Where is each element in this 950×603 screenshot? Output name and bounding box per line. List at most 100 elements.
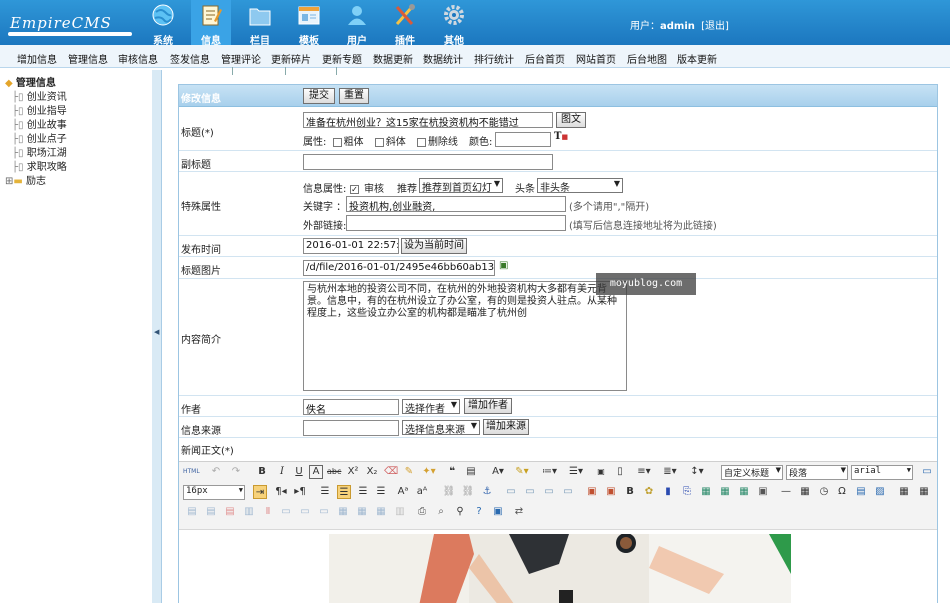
- tree-item[interactable]: ├▯ 职场江湖: [12, 144, 67, 159]
- fullscreen-icon[interactable]: ▭: [920, 465, 934, 479]
- row-spacing-top-icon[interactable]: ≡▾: [637, 465, 651, 479]
- gmap-icon[interactable]: ▦: [718, 485, 732, 499]
- video-icon[interactable]: ▮: [661, 485, 675, 499]
- panel-splitter[interactable]: ◀: [152, 70, 162, 603]
- submenu-issue-info[interactable]: 签发信息: [170, 51, 210, 66]
- auto-format-icon[interactable]: ✦▾: [422, 465, 436, 479]
- title-pic-input[interactable]: /d/file/2016-01-01/2495e46bb60ab13f9e3fd: [303, 260, 495, 276]
- insert-col-icon[interactable]: ▥: [242, 505, 256, 519]
- row-spacing-bottom-icon[interactable]: ≣▾: [663, 465, 677, 479]
- merge-down-icon[interactable]: ▭: [317, 505, 331, 519]
- tree-folder[interactable]: ⊞▬ 励志: [5, 172, 46, 187]
- clear-doc-icon[interactable]: ▯: [613, 465, 627, 479]
- set-current-time-button[interactable]: 设为当前时间: [401, 238, 467, 254]
- editor-content-area[interactable]: [179, 529, 937, 603]
- review-checkbox[interactable]: [350, 184, 359, 194]
- preview-icon[interactable]: ⌕: [434, 505, 448, 519]
- undo-icon[interactable]: ↶: [209, 465, 223, 479]
- color-input[interactable]: [495, 132, 551, 147]
- recommend-select[interactable]: 推荐到首页幻灯 ▼: [419, 178, 503, 193]
- bold-checkbox[interactable]: [332, 137, 342, 147]
- strikethrough-icon[interactable]: abc: [327, 465, 341, 479]
- nav-column[interactable]: 栏目: [240, 0, 280, 47]
- collapse-arrow-icon[interactable]: ◀: [154, 328, 159, 336]
- image-picker-icon[interactable]: ▣: [499, 260, 508, 271]
- justify-icon[interactable]: ☰: [374, 485, 388, 499]
- horizontal-rule-icon[interactable]: —: [779, 485, 793, 499]
- align-left-icon[interactable]: ☰: [318, 485, 332, 499]
- submenu-admin-map[interactable]: 后台地图: [627, 51, 667, 66]
- insert-image-icon[interactable]: ▣: [585, 485, 599, 499]
- submenu-admin-home[interactable]: 后台首页: [525, 51, 565, 66]
- submenu-review-info[interactable]: 审核信息: [118, 51, 158, 66]
- logout-link[interactable]: [退出]: [701, 21, 729, 32]
- merge-cells-icon[interactable]: ▭: [279, 505, 293, 519]
- date-icon[interactable]: ▦: [798, 485, 812, 499]
- submenu-manage-info[interactable]: 管理信息: [68, 51, 108, 66]
- delete-col-icon[interactable]: Ⅱ: [261, 505, 275, 519]
- italic-icon[interactable]: I: [275, 465, 289, 479]
- reset-button[interactable]: 重置: [339, 88, 369, 104]
- eraser-icon[interactable]: ⌫: [384, 465, 398, 479]
- underline-icon[interactable]: U: [292, 465, 306, 479]
- nav-system[interactable]: 系统: [143, 0, 183, 47]
- format-brush-icon[interactable]: ✎: [402, 465, 416, 479]
- color-picker-icon[interactable]: T■: [554, 131, 568, 142]
- nav-template[interactable]: 模板: [289, 0, 329, 47]
- ltr-icon[interactable]: ⇥: [253, 485, 267, 499]
- highlight-icon[interactable]: ✎▾: [515, 465, 529, 479]
- submenu-site-home[interactable]: 网站首页: [576, 51, 616, 66]
- submenu-data-update[interactable]: 数据更新: [373, 51, 413, 66]
- plain-text-icon[interactable]: ▤: [464, 465, 478, 479]
- subscript-icon[interactable]: X₂: [365, 465, 379, 479]
- ordered-list-icon[interactable]: ≔▾: [542, 465, 557, 479]
- submenu-update-topics[interactable]: 更新专题: [322, 51, 362, 66]
- nav-other[interactable]: 其他: [434, 0, 474, 47]
- image-text-button[interactable]: 图文: [556, 112, 586, 128]
- headline-select[interactable]: 非头条 ▼: [537, 178, 623, 193]
- time-icon[interactable]: ◷: [817, 485, 831, 499]
- title-input[interactable]: 准备在杭州创业？这15家在杭投资机构不能错过: [303, 112, 553, 128]
- insert-row-before-icon[interactable]: ▤: [185, 505, 199, 519]
- uppercase-icon[interactable]: Aᵃ: [396, 485, 410, 499]
- table-icon[interactable]: ▦: [897, 485, 911, 499]
- submenu-data-stats[interactable]: 数据统计: [423, 51, 463, 66]
- tree-item[interactable]: ├▯ 创业指导: [12, 102, 67, 117]
- anchor-icon[interactable]: ⚓: [480, 485, 494, 499]
- print-icon[interactable]: ⎙: [415, 505, 429, 519]
- image-left-icon[interactable]: ▭: [523, 485, 537, 499]
- tree-root[interactable]: ◆ 管理信息: [5, 74, 56, 89]
- submenu-manage-comments[interactable]: 管理评论: [221, 51, 261, 66]
- tree-item[interactable]: ├▯ 创业资讯: [12, 88, 67, 103]
- search-replace-icon[interactable]: ⚲: [453, 505, 467, 519]
- split-cells-icon[interactable]: ▦: [336, 505, 350, 519]
- page-break-icon[interactable]: ⇄: [512, 505, 526, 519]
- author-input[interactable]: 佚名: [303, 399, 399, 415]
- help-icon[interactable]: ?: [472, 505, 486, 519]
- map-icon[interactable]: ▦: [699, 485, 713, 499]
- nav-plugin[interactable]: 插件: [385, 0, 425, 47]
- external-link-input[interactable]: [346, 215, 566, 231]
- chart-icon[interactable]: ▥: [393, 505, 407, 519]
- author-select[interactable]: 选择作者 ▼: [402, 399, 460, 414]
- keywords-input[interactable]: 投资机构,创业融资,: [346, 196, 566, 212]
- source-input[interactable]: [303, 420, 399, 436]
- blockquote-icon[interactable]: ❝: [445, 465, 459, 479]
- align-right-icon[interactable]: ☰: [356, 485, 370, 499]
- add-author-button[interactable]: 增加作者: [464, 398, 512, 414]
- add-source-button[interactable]: 增加来源: [483, 419, 529, 435]
- special-char-icon[interactable]: Ω: [835, 485, 849, 499]
- italic-checkbox[interactable]: [374, 137, 384, 147]
- submenu-add-info[interactable]: 增加信息: [17, 51, 57, 66]
- font-family-select[interactable]: arial ▼: [851, 465, 913, 480]
- frame-icon[interactable]: ▦: [737, 485, 751, 499]
- font-color-icon[interactable]: A▾: [491, 465, 505, 479]
- submit-button[interactable]: 提交: [303, 88, 335, 104]
- image-right-icon[interactable]: ▭: [542, 485, 556, 499]
- select-all-icon[interactable]: ▣: [594, 465, 608, 479]
- multi-image-icon[interactable]: ▣: [604, 485, 618, 499]
- subtitle-input[interactable]: [303, 154, 553, 170]
- redo-icon[interactable]: ↷: [229, 465, 243, 479]
- submenu-update-fragments[interactable]: 更新碎片: [271, 51, 311, 66]
- submenu-version-update[interactable]: 版本更新: [677, 51, 717, 66]
